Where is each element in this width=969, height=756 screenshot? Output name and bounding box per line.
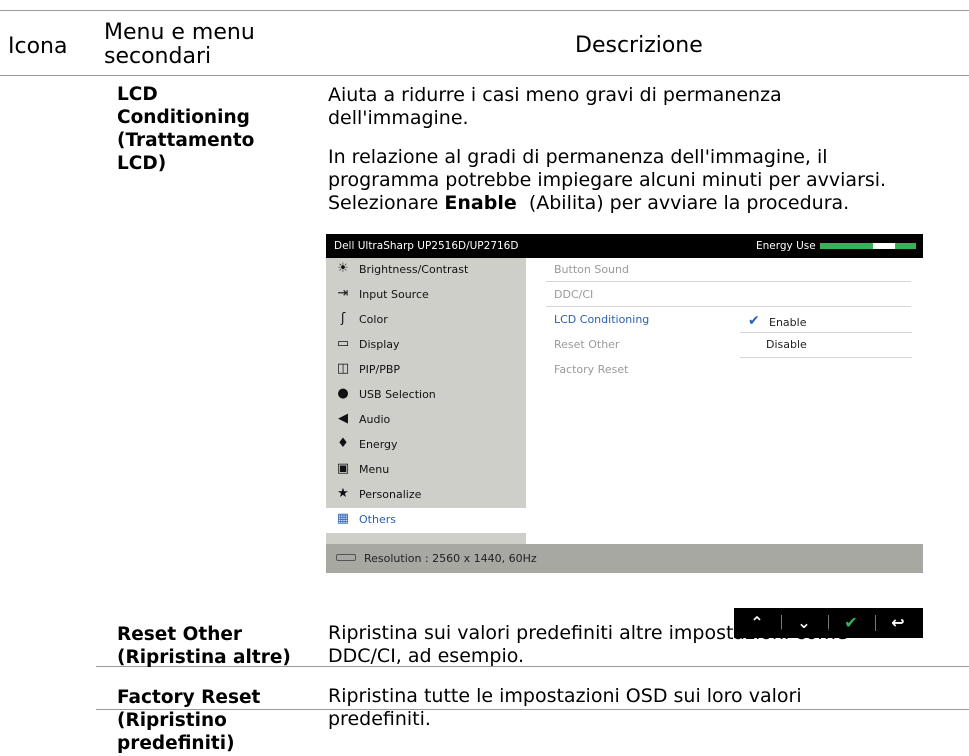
description-lcd-conditioning: Aiuta a ridurre i casi meno gravi di per… (328, 84, 948, 130)
energy-indicator (873, 243, 895, 249)
osd-screenshot: Dell UltraSharp UP2516D/UP2716D Energy U… (326, 234, 923, 573)
osd-title-bar: Dell UltraSharp UP2516D/UP2716D Energy U… (326, 234, 923, 258)
osd-submenu-panel: Button Sound DDC/CI LCD Conditioning Res… (526, 258, 923, 544)
table-top-rule (0, 10, 969, 11)
header-menu-column-line2: secondari (104, 44, 212, 69)
submenu-factory-reset[interactable]: Factory Reset (554, 363, 628, 376)
submenu-lcd-conditioning[interactable]: LCD Conditioning (554, 313, 649, 326)
desc-line: programma potrebbe impiegare alcuni minu… (328, 169, 887, 191)
term-line: predefiniti) (117, 733, 235, 754)
menu-item-display[interactable]: ▭ Display (326, 333, 526, 358)
menu-item-menu[interactable]: ▣ Menu (326, 458, 526, 483)
enable-keyword: Enable (444, 192, 517, 214)
menu-item-energy[interactable]: ♦ Energy (326, 433, 526, 458)
menu-item-others[interactable]: ▦ Others (326, 508, 526, 533)
option-divider (740, 332, 912, 333)
desc-line: DDC/CI, ad esempio. (328, 645, 525, 667)
display-icon: ▭ (336, 336, 350, 351)
term-reset-other: Reset Other (Ripristina altre) (117, 623, 291, 669)
menu-item-color[interactable]: ʃ Color (326, 308, 526, 333)
color-icon: ʃ (340, 311, 346, 326)
term-line: (Ripristino (117, 710, 227, 731)
option-enable[interactable]: Enable (769, 316, 806, 329)
description-reset-other: Ripristina sui valori predefiniti altre … (328, 622, 948, 668)
term-line: Conditioning (117, 107, 250, 128)
desc-line: In relazione al gradi di permanenza dell… (328, 146, 828, 168)
menu-item-label: Personalize (359, 488, 422, 501)
submenu-ddc-ci[interactable]: DDC/CI (554, 288, 593, 301)
pip-icon: ◫ (336, 361, 350, 376)
brightness-icon: ☀ (337, 261, 349, 276)
term-factory-reset: Factory Reset (Ripristino predefiniti) (117, 686, 260, 755)
option-divider (740, 357, 912, 358)
description-factory-reset: Ripristina tutte le impostazioni OSD sui… (328, 685, 948, 731)
desc-text: (Abilita) per avviare la procedura. (516, 192, 850, 214)
menu-item-label: Energy (359, 438, 398, 451)
menu-item-label: Audio (359, 413, 391, 426)
osd-status-bar: Resolution : 2560 x 1440, 60Hz (326, 544, 923, 573)
desc-line: Ripristina tutte le impostazioni OSD sui… (328, 685, 802, 707)
term-line: Factory Reset (117, 687, 261, 708)
term-line: (Ripristina altre) (117, 647, 291, 668)
others-icon: ▦ (336, 511, 350, 526)
menu-item-personalize[interactable]: ★ Personalize (326, 483, 526, 508)
osd-title: Dell UltraSharp UP2516D/UP2716D (334, 240, 519, 252)
menu-item-label: Display (359, 338, 400, 351)
term-line: Reset Other (117, 624, 243, 645)
term-lcd-conditioning: LCD Conditioning (Trattamento LCD) (117, 83, 254, 175)
term-line: (Trattamento (117, 130, 255, 151)
header-description-column: Descrizione (575, 33, 703, 58)
energy-use-bar (820, 243, 916, 249)
header-icon-column: Icona (8, 34, 68, 59)
term-line: LCD) (117, 153, 167, 174)
desc-line: Ripristina sui valori predefiniti altre … (328, 622, 848, 644)
submenu-divider (546, 306, 911, 307)
energy-icon: ♦ (337, 436, 349, 451)
hdmi-port-icon (336, 554, 356, 561)
menu-item-pip-pbp[interactable]: ◫ PIP/PBP (326, 358, 526, 383)
menu-item-label: Menu (359, 463, 390, 476)
desc-line: dell'immagine. (328, 107, 469, 129)
menu-item-label: USB Selection (359, 388, 436, 401)
option-disable[interactable]: Disable (766, 338, 807, 351)
submenu-reset-other[interactable]: Reset Other (554, 338, 619, 351)
menu-item-audio[interactable]: ◀ Audio (326, 408, 526, 433)
star-icon: ★ (337, 486, 349, 501)
desc-line: Selezionare Enable (Abilita) per avviare… (328, 192, 968, 215)
menu-item-brightness-contrast[interactable]: ☀ Brightness/Contrast (326, 258, 526, 283)
usb-mouse-icon: ● (337, 386, 349, 401)
input-source-icon: ⇥ (337, 286, 349, 301)
header-rule (0, 75, 969, 76)
resolution-label: Resolution : 2560 x 1440, 60Hz (364, 552, 537, 565)
desc-text: Selezionare (328, 192, 445, 214)
submenu-divider (546, 281, 911, 282)
header-menu-column-line1: Menu e menu (104, 20, 255, 45)
term-line: LCD (117, 84, 158, 105)
menu-item-input-source[interactable]: ⇥ Input Source (326, 283, 526, 308)
menu-item-usb-selection[interactable]: ● USB Selection (326, 383, 526, 408)
menu-item-label: Others (359, 513, 396, 526)
menu-item-label: Brightness/Contrast (359, 263, 469, 276)
menu-item-label: Color (359, 313, 388, 326)
menu-item-label: PIP/PBP (359, 363, 401, 376)
submenu-button-sound[interactable]: Button Sound (554, 263, 629, 276)
desc-line: Aiuta a ridurre i casi meno gravi di per… (328, 84, 782, 106)
menu-icon: ▣ (336, 461, 350, 476)
check-icon: ✔ (748, 313, 760, 329)
desc-line: predefiniti. (328, 708, 431, 730)
description-lcd-conditioning-2: In relazione al gradi di permanenza dell… (328, 146, 968, 215)
energy-use-label: Energy Use (756, 240, 816, 252)
menu-item-label: Input Source (359, 288, 429, 301)
osd-main-menu: ☀ Brightness/Contrast ⇥ Input Source ʃ C… (326, 258, 526, 544)
speaker-icon: ◀ (338, 411, 348, 426)
